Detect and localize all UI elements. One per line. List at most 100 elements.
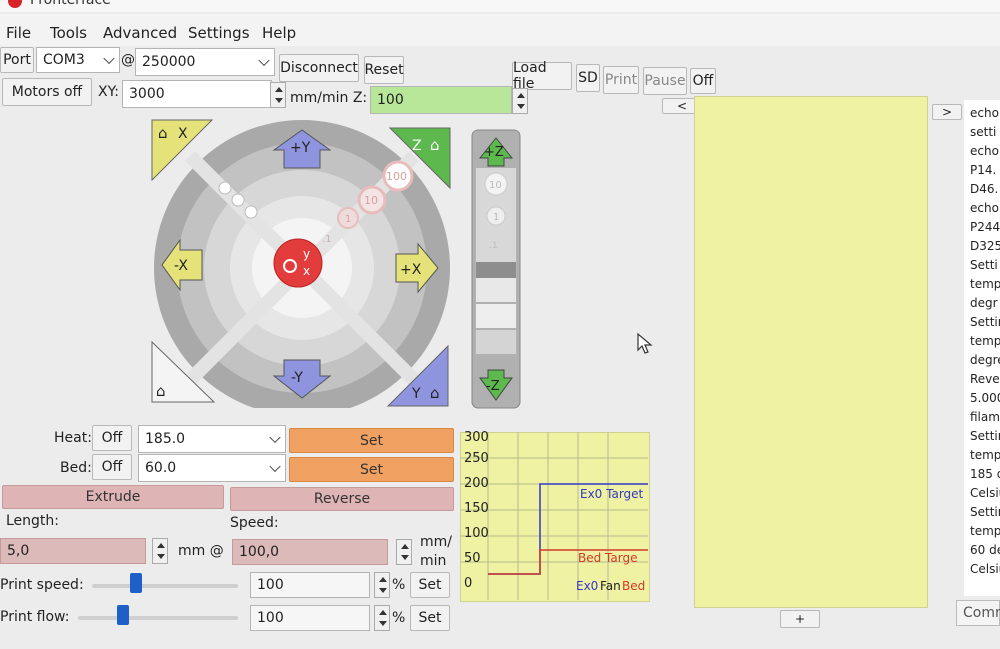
plus-z-label: +Z	[484, 145, 504, 160]
jog-dot	[244, 205, 258, 219]
z-step-01-label: .1	[489, 241, 498, 251]
print-speed-percent: %	[392, 577, 406, 593]
step-100-label: 100	[386, 170, 407, 183]
log-line: 185 de	[970, 467, 1000, 481]
home-z-icon: ⌂	[430, 136, 440, 154]
z-step-down-2[interactable]	[476, 304, 516, 328]
mm-min-z-label: mm/min Z:	[290, 90, 368, 106]
add-button[interactable]: +	[780, 610, 820, 628]
log-line: filame	[970, 410, 1000, 424]
ex0-target-text: Ex0 Target	[580, 487, 644, 501]
extrude-speed-input[interactable]: 100,0	[232, 539, 388, 565]
motors-off-button[interactable]: Motors off	[2, 78, 92, 106]
log-line: setti	[970, 125, 997, 139]
pause-button[interactable]: Pause	[643, 67, 687, 95]
length-spinner[interactable]	[152, 538, 168, 564]
mm-at-label: mm @	[178, 543, 224, 559]
heat-temp-select[interactable]: 185.0	[138, 425, 286, 453]
log-line: P244	[970, 220, 1000, 234]
xy-speed-input[interactable]: 3000	[122, 80, 272, 108]
bed-set-button[interactable]: Set	[289, 457, 454, 482]
menu-file[interactable]: File	[6, 24, 31, 42]
print-flow-slider[interactable]	[78, 616, 238, 620]
port-select[interactable]: COM3	[36, 47, 120, 73]
home-y-icon: ⌂	[430, 384, 440, 402]
print-flow-spinner[interactable]	[374, 605, 390, 631]
extrude-speed-spinner[interactable]	[396, 539, 412, 565]
print-speed-label: Print speed:	[0, 577, 84, 593]
extrude-button[interactable]: Extrude	[2, 485, 224, 509]
graph-tick: 200	[464, 476, 489, 491]
menu-tools[interactable]: Tools	[50, 24, 87, 42]
print-flow-label: Print flow:	[0, 609, 70, 625]
print-speed-spinner[interactable]	[374, 572, 390, 598]
print-speed-slider-thumb[interactable]	[129, 573, 142, 593]
disconnect-button[interactable]: Disconnect	[279, 54, 359, 82]
title-bar	[0, 0, 1000, 12]
sd-button[interactable]: SD	[576, 64, 600, 92]
menu-help[interactable]: Help	[262, 24, 296, 42]
center-x-label: x	[303, 264, 310, 278]
log-line: degre	[970, 353, 1000, 367]
print-speed-slider[interactable]	[92, 584, 238, 588]
z-step-down-3[interactable]	[476, 330, 516, 354]
length-input[interactable]: 5,0	[0, 538, 146, 564]
menu-settings[interactable]: Settings	[188, 24, 250, 42]
log-line: echo	[970, 144, 999, 158]
print-flow-slider-thumb[interactable]	[116, 605, 129, 625]
bed-target-text: Bed Targe	[578, 551, 637, 565]
log-line: temp	[970, 334, 1000, 348]
plus-x-label: +X	[400, 262, 422, 278]
log-line: tempe	[970, 448, 1000, 462]
minus-x-label: -X	[174, 258, 188, 274]
home-x-label: X	[178, 126, 188, 142]
z-step-down-1[interactable]	[476, 278, 516, 302]
home-y-label: Y	[411, 386, 421, 402]
log-line: Settin	[970, 429, 1000, 443]
log-line: Celsius	[970, 562, 1000, 576]
bed-temp-select[interactable]: 60.0	[138, 454, 286, 482]
xy-jog-pad[interactable]: y x 100 10 1 .1 +Y -Y -X +X ⌂ X Z ⌂ ⌂ Y …	[150, 118, 460, 408]
step-10-label: 10	[364, 194, 378, 207]
graph-tick: 250	[464, 451, 489, 466]
z-speed-input[interactable]: 100	[370, 86, 512, 114]
bed-temp-value: 60.0	[145, 460, 177, 476]
log-line: D325	[970, 239, 1000, 253]
home-z-label: Z	[412, 138, 422, 154]
bed-label: Bed:	[60, 460, 92, 476]
print-button[interactable]: Print	[603, 66, 639, 94]
load-file-button[interactable]: Load file	[512, 60, 572, 92]
command-input[interactable]: Comn	[956, 600, 1000, 626]
log-line: 5.000	[970, 391, 1000, 405]
reset-button[interactable]: Reset	[364, 56, 404, 84]
print-speed-set-button[interactable]: Set	[410, 572, 450, 598]
heat-off-button[interactable]: Off	[92, 425, 132, 451]
graph-tick: 100	[464, 526, 489, 541]
chevron-down-icon	[258, 54, 270, 67]
plus-y-label: +Y	[290, 140, 311, 156]
port-value: COM3	[43, 52, 85, 68]
heat-set-button[interactable]: Set	[289, 428, 454, 453]
xy-speed-spinner[interactable]	[270, 82, 286, 108]
log-line: echo	[970, 106, 999, 120]
home-all-icon: ⌂	[156, 382, 166, 400]
off-button[interactable]: Off	[690, 68, 716, 94]
jog-dot	[231, 193, 245, 207]
print-flow-set-button[interactable]: Set	[410, 605, 450, 631]
print-flow-input[interactable]: 100	[250, 605, 370, 631]
menu-advanced[interactable]: Advanced	[103, 24, 177, 42]
print-speed-input[interactable]: 100	[250, 572, 370, 598]
next-layer-button[interactable]: >	[932, 104, 962, 120]
reverse-button[interactable]: Reverse	[230, 487, 454, 511]
log-line: Settin	[970, 505, 1000, 519]
graph-tick: 300	[464, 430, 489, 445]
z-jog-bar[interactable]: +Z 10 1 .1 -Z	[470, 128, 524, 412]
home-xy-center-button[interactable]	[273, 238, 323, 288]
baud-select[interactable]: 250000	[135, 48, 275, 76]
z-speed-spinner[interactable]	[512, 88, 528, 114]
log-line: Rever	[970, 372, 1000, 386]
print-preview-canvas[interactable]	[694, 96, 928, 608]
bed-off-button[interactable]: Off	[92, 454, 132, 480]
speed-unit-min: min	[420, 553, 447, 569]
port-button[interactable]: Port	[0, 47, 34, 73]
